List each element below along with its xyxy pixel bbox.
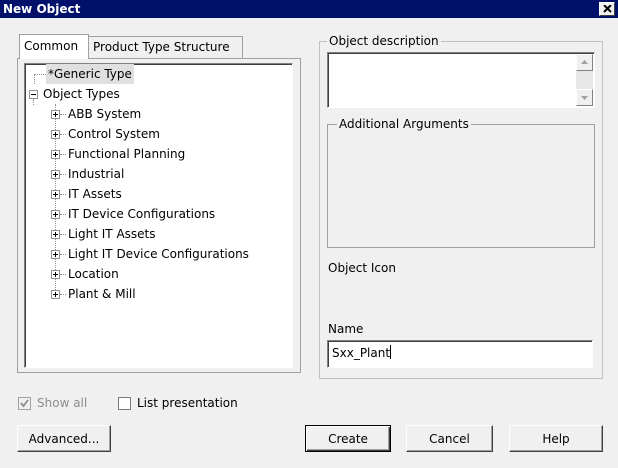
expand-icon[interactable]: [51, 250, 60, 259]
expand-icon[interactable]: [51, 110, 60, 119]
tree-item-label: Light IT Assets: [68, 227, 156, 241]
create-button[interactable]: Create: [305, 425, 391, 452]
tab-product-type-structure[interactable]: Product Type Structure: [88, 36, 243, 58]
description-scrollbar[interactable]: [576, 54, 593, 106]
advanced-button[interactable]: Advanced...: [17, 425, 111, 452]
show-all-checkbox[interactable]: [18, 397, 31, 410]
name-input-value: Sxx_Plant: [332, 346, 391, 360]
tab-panel-common: *Generic Type Object Types ABB System Co…: [17, 58, 301, 373]
additional-arguments-box: [327, 124, 595, 248]
cancel-button[interactable]: Cancel: [406, 425, 493, 452]
expand-icon[interactable]: [51, 150, 60, 159]
tree-connector: [33, 99, 35, 105]
object-icon-label: Object Icon: [328, 261, 396, 275]
expand-icon[interactable]: [51, 230, 60, 239]
tab-common-label: Common: [24, 39, 79, 53]
close-icon: [603, 5, 612, 13]
tree-item-label: IT Device Configurations: [68, 207, 216, 221]
expand-icon[interactable]: [51, 190, 60, 199]
tree-item-label: Control System: [68, 127, 160, 141]
expand-icon[interactable]: [51, 170, 60, 179]
expand-icon[interactable]: [51, 130, 60, 139]
tree-item-label: Functional Planning: [68, 147, 186, 161]
scroll-up-button[interactable]: [576, 54, 593, 71]
tree-connector: [34, 74, 36, 84]
object-type-tree[interactable]: *Generic Type Object Types ABB System Co…: [24, 63, 293, 368]
show-all-label: Show all: [37, 396, 88, 410]
tree-item-object-types[interactable]: Object Types: [29, 84, 229, 104]
list-presentation-label: List presentation: [137, 396, 238, 410]
help-button[interactable]: Help: [509, 425, 603, 452]
expand-icon[interactable]: [51, 210, 60, 219]
close-button[interactable]: [599, 2, 615, 16]
object-description-textarea[interactable]: [327, 52, 595, 108]
tree-item-label: Industrial: [68, 167, 125, 181]
checkmark-icon: [20, 399, 29, 408]
tab-product-type-structure-label: Product Type Structure: [93, 40, 230, 54]
tree-item-label: *Generic Type: [46, 64, 134, 84]
arrow-down-icon: [581, 96, 588, 100]
title-bar[interactable]: New Object: [0, 0, 618, 18]
tree-item-label: Location: [68, 267, 119, 281]
window-title: New Object: [3, 2, 81, 16]
tree-item-label: Plant & Mill: [68, 287, 136, 301]
expand-icon[interactable]: [51, 270, 60, 279]
tree-item-label: ABB System: [68, 107, 142, 121]
new-object-dialog: New Object Common Product Type Structure…: [0, 0, 618, 468]
tab-common[interactable]: Common: [19, 34, 89, 59]
object-description-label: Object description: [327, 34, 441, 48]
name-label: Name: [328, 322, 364, 336]
tree-item-label: Object Types: [43, 87, 120, 101]
collapse-icon[interactable]: [29, 90, 38, 99]
tree-item-label: Light IT Device Configurations: [68, 247, 249, 261]
name-input[interactable]: Sxx_Plant: [327, 340, 593, 368]
arrow-up-icon: [581, 60, 588, 64]
text-cursor: [390, 345, 392, 359]
additional-arguments-label: Additional Arguments: [337, 117, 471, 131]
expand-icon[interactable]: [51, 290, 60, 299]
tree-item-label: IT Assets: [68, 187, 122, 201]
scroll-down-button[interactable]: [576, 89, 593, 106]
list-presentation-checkbox[interactable]: [118, 397, 131, 410]
